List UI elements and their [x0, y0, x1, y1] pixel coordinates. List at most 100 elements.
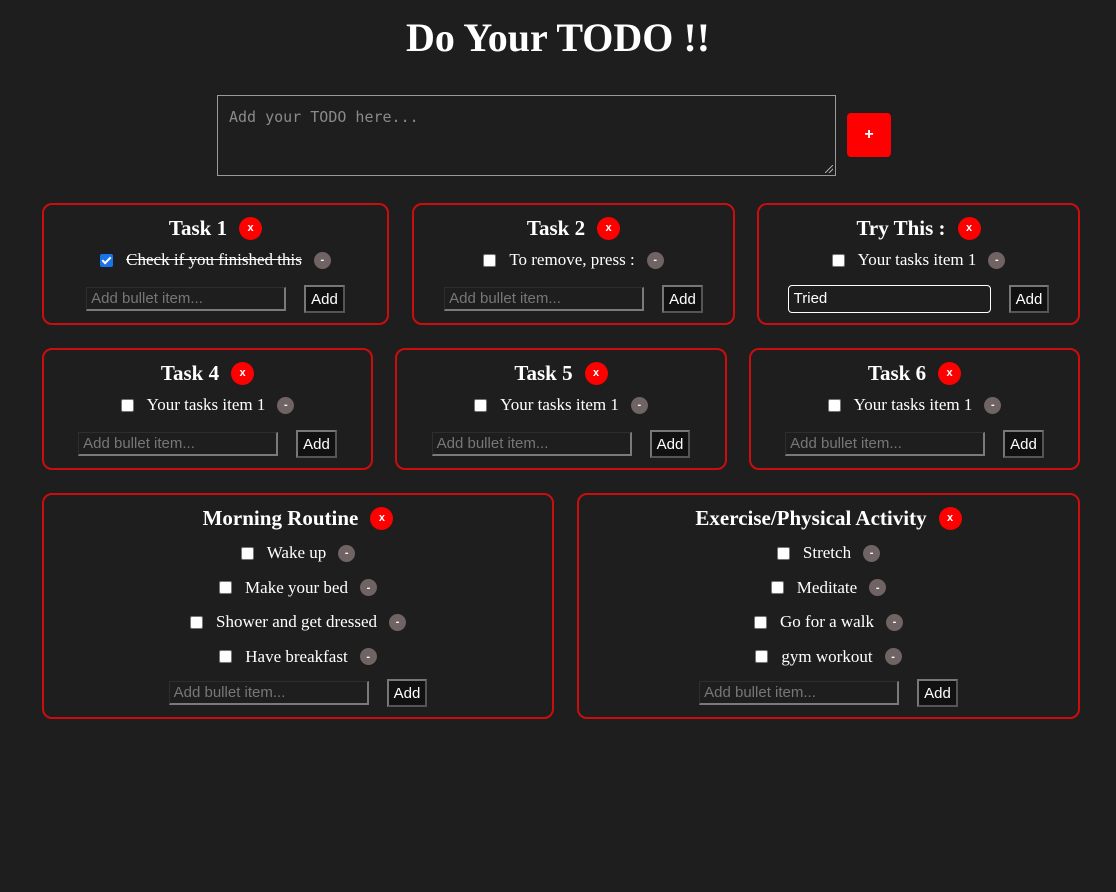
item-checkbox[interactable] — [190, 615, 203, 629]
add-bullet-input[interactable]: Add bullet item... — [699, 681, 900, 705]
remove-item-button[interactable]: - — [389, 613, 406, 631]
delete-card-button[interactable]: x — [370, 506, 394, 530]
add-bullet-button[interactable]: Add — [1003, 430, 1044, 458]
add-bullet-input[interactable]: Add bullet item... — [444, 287, 645, 311]
remove-item-button[interactable]: - — [984, 396, 1002, 414]
card-title: Exercise/Physical Activity — [695, 505, 927, 530]
list-item: Meditate - — [770, 571, 887, 606]
add-bullet-button[interactable]: Add — [662, 285, 703, 313]
item-checkbox[interactable] — [219, 581, 233, 595]
list-item: Wake up - — [240, 536, 356, 571]
list-item: Your tasks item 1- — [474, 390, 648, 420]
remove-item-button[interactable]: - — [885, 613, 903, 631]
card-header: Task 5 x — [397, 360, 725, 386]
add-bullet-button[interactable]: Add — [304, 285, 345, 313]
remove-item-button[interactable]: - — [884, 648, 902, 666]
card-header: Task 2 x — [414, 215, 733, 241]
delete-card-button[interactable]: x — [597, 216, 621, 240]
bullet-input-placeholder: Add bullet item... — [83, 435, 195, 452]
bullet-input-placeholder: Add bullet item... — [436, 435, 549, 452]
item-text: Your tasks item 1 — [853, 395, 973, 414]
card-header: Exercise/Physical Activity x — [579, 505, 1078, 531]
list-item: Have breakfast - — [219, 640, 377, 675]
bullet-list: To remove, press :- — [414, 245, 733, 275]
remove-item-button[interactable]: - — [863, 544, 881, 562]
add-bullet-button[interactable]: Add — [1008, 285, 1050, 313]
bullet-list: Stretch - Meditate - Go for a walk - gym worko… — [579, 536, 1078, 674]
add-bullet-row: Add bullet item... Add — [414, 285, 733, 313]
bullet-list: Check if you finished this - — [44, 245, 387, 275]
add-bullet-input[interactable]: Add bullet item... — [168, 681, 369, 705]
item-checkbox[interactable] — [120, 398, 134, 412]
remove-item-button[interactable]: - — [359, 579, 377, 597]
add-bullet-row: Tried Add — [759, 285, 1078, 313]
add-bullet-row: Add bullet item... Add — [44, 430, 371, 458]
list-item: Your tasks item 1- — [831, 245, 1006, 275]
add-bullet-input[interactable]: Add bullet item... — [78, 432, 279, 456]
list-item: Shower and get dressed - — [190, 605, 406, 640]
item-checkbox[interactable] — [219, 650, 233, 664]
bullet-list: Wake up - Make your bed - Shower and get dre… — [44, 536, 552, 674]
item-text: Check if you finished this — [126, 250, 302, 269]
card-title: Try This : — [856, 215, 946, 240]
delete-card-button[interactable]: x — [938, 361, 962, 385]
remove-item-button[interactable]: - — [277, 396, 295, 414]
add-bullet-input[interactable]: Add bullet item... — [86, 287, 287, 311]
add-bullet-input[interactable]: Add bullet item... — [785, 432, 986, 456]
item-text: Wake up — [266, 543, 327, 563]
item-checkbox[interactable] — [831, 253, 845, 267]
add-bullet-button[interactable]: Add — [386, 679, 428, 707]
item-checkbox[interactable] — [754, 615, 768, 629]
delete-card-button[interactable]: x — [584, 361, 608, 385]
remove-item-button[interactable]: - — [630, 396, 648, 414]
list-item: Go for a walk - — [754, 605, 903, 640]
delete-card-button[interactable]: x — [957, 216, 981, 240]
list-item: To remove, press :- — [483, 245, 664, 275]
remove-item-button[interactable]: - — [338, 544, 356, 562]
new-todo-placeholder: Add your TODO here... — [229, 108, 419, 126]
item-checkbox[interactable] — [755, 650, 769, 664]
delete-card-button[interactable]: x — [239, 216, 263, 240]
todo-card: Task 5 x Your tasks item 1- Add bullet item… — [395, 348, 727, 470]
list-item: gym workout - — [755, 640, 902, 675]
item-checkbox[interactable] — [776, 546, 790, 560]
remove-item-button[interactable]: - — [869, 579, 887, 597]
card-header: Task 6 x — [751, 360, 1078, 386]
list-item: Stretch - — [776, 536, 881, 571]
delete-card-button[interactable]: x — [231, 361, 255, 385]
bullet-input-placeholder: Add bullet item... — [449, 290, 561, 307]
item-checkbox[interactable] — [770, 581, 784, 595]
add-bullet-row: Add bullet item... Add — [579, 679, 1078, 707]
add-bullet-input[interactable]: Tried — [787, 285, 991, 313]
item-text: To remove, press : — [509, 250, 635, 269]
bullet-input-placeholder: Add bullet item... — [91, 290, 203, 307]
item-checkbox[interactable] — [827, 398, 841, 412]
item-text: Your tasks item 1 — [146, 395, 266, 414]
card-title: Task 5 — [514, 360, 573, 385]
list-item: Check if you finished this - — [100, 245, 331, 275]
add-todo-button[interactable]: + — [847, 113, 891, 157]
remove-item-button[interactable]: - — [988, 251, 1006, 269]
remove-item-button[interactable]: - — [313, 251, 331, 269]
add-bullet-button[interactable]: Add — [296, 430, 337, 458]
delete-card-button[interactable]: x — [938, 506, 962, 530]
todo-card: Task 2 x To remove, press : - Add bullet ite… — [412, 203, 735, 325]
item-checkbox[interactable] — [100, 253, 114, 267]
remove-item-button[interactable]: - — [646, 251, 664, 269]
item-checkbox[interactable] — [474, 398, 488, 412]
add-bullet-input[interactable]: Add bullet item... — [431, 432, 632, 456]
new-todo-textarea[interactable]: Add your TODO here... — [217, 95, 836, 176]
bullet-list: Your tasks item 1- — [397, 390, 725, 420]
bullet-input-value: Tried — [793, 290, 828, 307]
add-bullet-row: Add bullet item... Add — [751, 430, 1078, 458]
resize-handle[interactable] — [825, 165, 833, 173]
add-bullet-button[interactable]: Add — [917, 679, 958, 707]
card-header: Task 4 x — [44, 360, 371, 386]
item-checkbox[interactable] — [240, 546, 254, 560]
list-item: Your tasks item 1- — [120, 390, 295, 420]
card-title: Morning Routine — [202, 505, 359, 530]
item-checkbox[interactable] — [483, 253, 497, 267]
add-bullet-row: Add bullet item... Add — [397, 430, 725, 458]
remove-item-button[interactable]: - — [359, 648, 377, 666]
add-bullet-button[interactable]: Add — [649, 430, 691, 458]
